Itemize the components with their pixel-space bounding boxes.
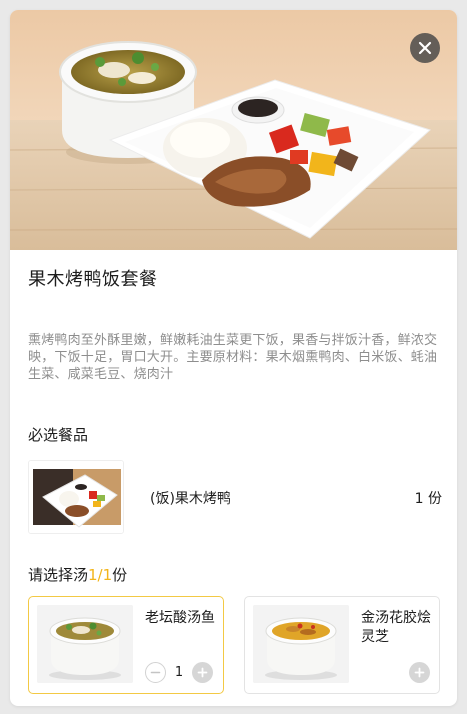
meal-detail-card: 果木烤鸭饭套餐 熏烤鸭肉至外酥里嫩，鲜嫩耗油生菜更下饭，果香与拌饭汁香，鲜浓交映… — [10, 10, 457, 706]
decrease-button[interactable] — [145, 661, 166, 683]
required-section-title: 必选餐品 — [28, 426, 89, 444]
soup-quantity-stepper-1: 1 — [145, 661, 213, 683]
soup-option-name-2: 金汤花胶烩灵芝 — [361, 610, 431, 645]
soup-option-image-1 — [37, 605, 133, 683]
minus-icon — [150, 671, 161, 673]
soup-quantity-stepper-2 — [409, 661, 430, 683]
soup-option-card-1[interactable]: 老坛酸汤鱼 1 — [28, 596, 224, 694]
required-item-quantity: 1 份 — [414, 491, 442, 507]
hero-food-image — [10, 10, 457, 250]
plus-icon — [197, 667, 208, 677]
soup-section-suffix: 份 — [112, 566, 128, 584]
required-item-row: (饭)果木烤鸭 1 份 — [28, 460, 442, 536]
soup-section-prefix: 请选择汤 — [28, 566, 89, 584]
close-button[interactable] — [410, 33, 440, 63]
soup-quantity-value-1: 1 — [174, 664, 184, 680]
required-item-name: (饭)果木烤鸭 — [150, 491, 231, 507]
soup-option-card-2[interactable]: 金汤花胶烩灵芝 — [244, 596, 440, 694]
soup-option-image-2 — [253, 605, 349, 683]
product-title: 果木烤鸭饭套餐 — [28, 269, 158, 290]
product-description: 熏烤鸭肉至外酥里嫩，鲜嫩耗油生菜更下饭，果香与拌饭汁香，鲜浓交映，下饭十足，胃口… — [28, 333, 438, 382]
required-item-image — [28, 460, 124, 534]
increase-button[interactable] — [409, 661, 430, 683]
increase-button[interactable] — [192, 661, 213, 683]
plus-icon — [414, 667, 425, 677]
soup-option-name-1: 老坛酸汤鱼 — [145, 610, 215, 626]
soup-selection-count: 1/1 — [88, 566, 113, 584]
soup-section-title: 请选择汤1/1份 — [28, 564, 127, 585]
close-icon — [418, 41, 432, 55]
